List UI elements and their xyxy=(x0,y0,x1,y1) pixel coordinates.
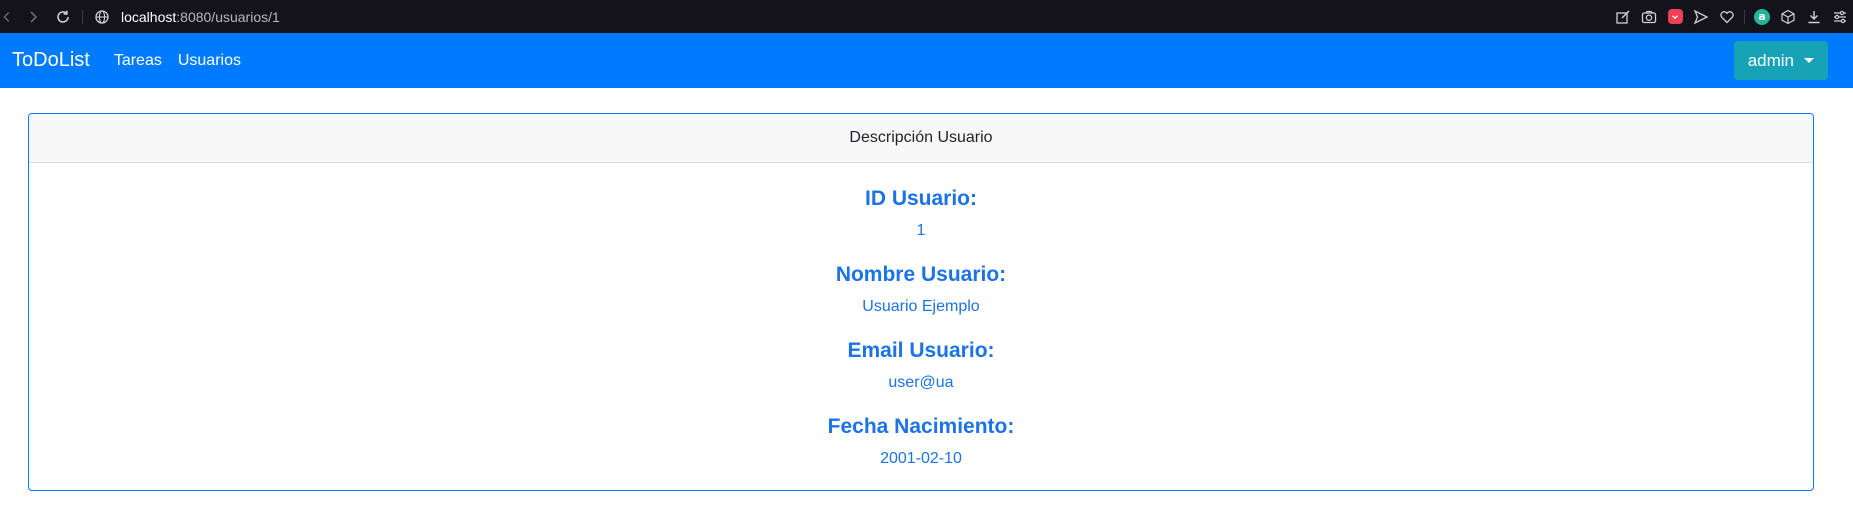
download-icon[interactable] xyxy=(1803,6,1825,28)
caret-down-icon xyxy=(1804,58,1814,63)
extension-a-icon[interactable]: a xyxy=(1751,6,1773,28)
toolbar-divider xyxy=(1744,9,1745,24)
field-label: ID Usuario: xyxy=(864,187,977,210)
site-info-icon[interactable] xyxy=(91,6,113,28)
user-detail-card: Descripción Usuario ID Usuario: 1 Nombre… xyxy=(28,113,1814,491)
field-value: user@ua xyxy=(888,374,954,391)
browser-toolbar: localhost:8080/usuarios/1 a xyxy=(0,0,1853,33)
cube-icon[interactable] xyxy=(1777,6,1799,28)
field-label: Fecha Nacimiento: xyxy=(827,415,1015,438)
field-label: Nombre Usuario: xyxy=(835,263,1007,286)
camera-icon[interactable] xyxy=(1638,6,1660,28)
pocket-icon[interactable] xyxy=(1664,6,1686,28)
heart-icon[interactable] xyxy=(1716,6,1738,28)
url-host: localhost xyxy=(121,8,177,25)
url-path: :8080/usuarios/1 xyxy=(176,8,280,25)
reload-icon[interactable] xyxy=(52,6,74,28)
field-email: Email Usuario: user@ua xyxy=(29,335,1813,411)
user-dropdown-button[interactable]: admin xyxy=(1733,41,1828,80)
field-value: Usuario Ejemplo xyxy=(862,298,980,315)
browser-nav-buttons xyxy=(0,0,113,33)
nav-link-usuarios[interactable]: Usuarios xyxy=(178,52,241,70)
edit-icon[interactable] xyxy=(1612,6,1634,28)
browser-extension-icons: a xyxy=(1612,0,1853,33)
address-bar[interactable]: localhost:8080/usuarios/1 xyxy=(121,9,280,25)
field-value: 1 xyxy=(916,222,926,239)
send-icon[interactable] xyxy=(1690,6,1712,28)
field-label: Email Usuario: xyxy=(847,339,995,362)
brand-link[interactable]: ToDoList xyxy=(12,49,90,72)
app-navbar: ToDoList Tareas Usuarios admin xyxy=(0,33,1853,88)
field-fecha: Fecha Nacimiento: 2001-02-10 xyxy=(29,411,1813,487)
back-icon[interactable] xyxy=(0,6,14,28)
toolbar-divider xyxy=(82,9,83,24)
nav-link-tareas[interactable]: Tareas xyxy=(114,52,162,70)
field-nombre: Nombre Usuario: Usuario Ejemplo xyxy=(29,259,1813,335)
settings-sliders-icon[interactable] xyxy=(1829,6,1851,28)
forward-icon[interactable] xyxy=(22,6,44,28)
card-body: ID Usuario: 1 Nombre Usuario: Usuario Ej… xyxy=(29,163,1813,487)
field-id: ID Usuario: 1 xyxy=(29,183,1813,259)
nav-links: Tareas Usuarios xyxy=(114,52,241,70)
card-header: Descripción Usuario xyxy=(29,114,1813,163)
user-dropdown-label: admin xyxy=(1747,50,1794,70)
field-value: 2001-02-10 xyxy=(880,450,962,467)
